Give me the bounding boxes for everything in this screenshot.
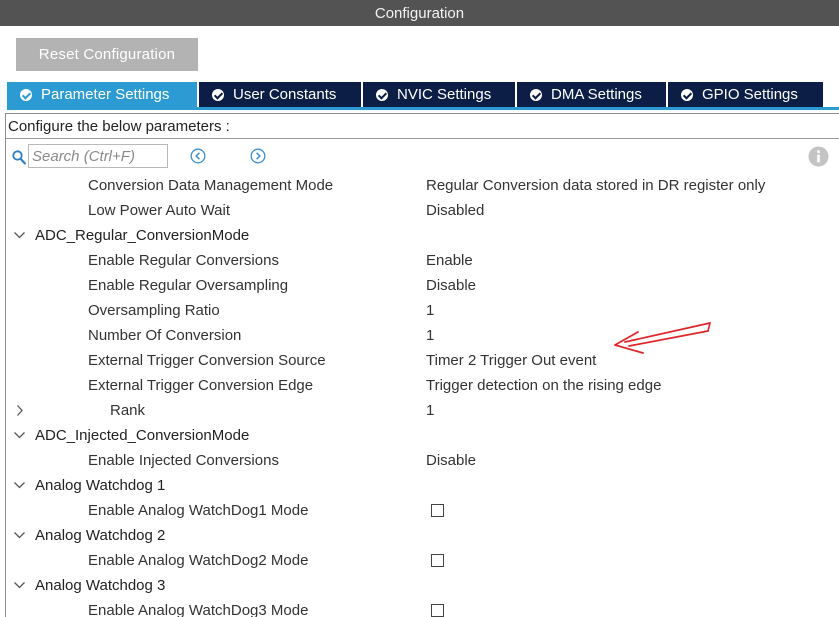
check-circle-icon bbox=[681, 88, 693, 101]
annotation-arrow bbox=[614, 322, 711, 354]
check-circle-icon bbox=[530, 88, 542, 101]
chevron-down-icon[interactable] bbox=[13, 423, 26, 448]
parameter-value[interactable]: Disable bbox=[426, 273, 476, 298]
check-circle-icon bbox=[20, 88, 32, 101]
parameter-label: Enable Injected Conversions bbox=[88, 452, 279, 469]
parameter-label: Enable Analog WatchDog1 Mode bbox=[88, 502, 309, 519]
parameter-value[interactable]: 1 bbox=[426, 298, 434, 323]
panel-header: Configure the below parameters : bbox=[6, 114, 839, 139]
check-circle-icon bbox=[212, 88, 224, 101]
parameter-value[interactable]: 1 bbox=[426, 323, 434, 348]
chevron-down-icon[interactable] bbox=[13, 523, 26, 548]
parameter-label: Enable Regular Oversampling bbox=[88, 277, 289, 294]
tree-group-row[interactable]: Analog Watchdog 2 bbox=[6, 523, 839, 548]
parameter-value[interactable]: Regular Conversion data stored in DR reg… bbox=[426, 173, 765, 198]
parameter-row[interactable]: Enable Regular Oversampling Disable bbox=[6, 273, 839, 298]
parameter-label: Enable Regular Conversions bbox=[88, 252, 279, 269]
tab-parameter-settings[interactable]: Parameter Settings bbox=[7, 82, 197, 107]
group-label: ADC_Injected_ConversionMode bbox=[35, 427, 250, 444]
group-label: Analog Watchdog 1 bbox=[35, 477, 166, 494]
chevron-down-icon[interactable] bbox=[13, 473, 26, 498]
tab-dma-settings[interactable]: DMA Settings bbox=[517, 82, 666, 107]
chevron-right-circle-icon[interactable] bbox=[250, 148, 266, 164]
parameter-label: External Trigger Conversion Source bbox=[88, 352, 326, 369]
parameter-row[interactable]: Enable Regular Conversions Enable bbox=[6, 248, 839, 273]
parameter-label: Number Of Conversion bbox=[88, 327, 242, 344]
parameter-row[interactable]: Enable Analog WatchDog2 Mode bbox=[6, 548, 839, 573]
search-icon bbox=[12, 150, 26, 165]
parameter-label: Enable Analog WatchDog2 Mode bbox=[88, 552, 309, 569]
parameter-label: Oversampling Ratio bbox=[88, 302, 220, 319]
tab-underline bbox=[7, 107, 839, 110]
parameter-checkbox[interactable] bbox=[431, 504, 444, 517]
parameter-checkbox[interactable] bbox=[431, 554, 444, 567]
tab-user-constants[interactable]: User Constants bbox=[199, 82, 361, 107]
parameter-value[interactable]: 1 bbox=[426, 398, 434, 423]
tab-label: GPIO Settings bbox=[702, 86, 798, 103]
tab-label: NVIC Settings bbox=[397, 86, 492, 103]
tab-gpio-settings[interactable]: GPIO Settings bbox=[668, 82, 823, 107]
chevron-left-circle-icon[interactable] bbox=[190, 148, 206, 164]
tab-label: User Constants bbox=[233, 86, 337, 103]
parameter-row[interactable]: Enable Analog WatchDog3 Mode bbox=[6, 598, 839, 617]
tree-group-row[interactable]: ADC_Regular_ConversionMode bbox=[6, 223, 839, 248]
parameter-label: Low Power Auto Wait bbox=[88, 202, 231, 219]
group-label: Analog Watchdog 2 bbox=[35, 527, 166, 544]
parameter-row[interactable]: External Trigger Conversion Edge Trigger … bbox=[6, 373, 839, 398]
parameter-row[interactable]: Enable Injected Conversions Disable bbox=[6, 448, 839, 473]
parameter-row[interactable]: Rank 1 bbox=[6, 398, 839, 423]
group-label: ADC_Regular_ConversionMode bbox=[35, 227, 250, 244]
parameter-row[interactable]: Low Power Auto Wait Disabled bbox=[6, 198, 839, 223]
parameter-value[interactable]: Enable bbox=[426, 248, 473, 273]
reset-configuration-button[interactable]: Reset Configuration bbox=[16, 38, 198, 71]
tab-label: DMA Settings bbox=[551, 86, 642, 103]
parameter-label: Enable Analog WatchDog3 Mode bbox=[88, 602, 309, 617]
parameter-tree: Conversion Data Management Mode Regular C… bbox=[6, 173, 839, 617]
chevron-right-icon[interactable] bbox=[13, 398, 26, 423]
tree-group-row[interactable]: ADC_Injected_ConversionMode bbox=[6, 423, 839, 448]
check-circle-icon bbox=[376, 88, 388, 101]
parameter-value[interactable]: Disabled bbox=[426, 198, 484, 223]
chevron-down-icon[interactable] bbox=[13, 223, 26, 248]
parameter-value[interactable]: Trigger detection on the rising edge bbox=[426, 373, 661, 398]
chevron-down-icon[interactable] bbox=[13, 573, 26, 598]
group-label: Analog Watchdog 3 bbox=[35, 577, 166, 594]
tab-nvic-settings[interactable]: NVIC Settings bbox=[363, 82, 515, 107]
parameter-label: Rank bbox=[110, 402, 146, 419]
tab-label: Parameter Settings bbox=[41, 86, 170, 103]
parameter-value[interactable]: Timer 2 Trigger Out event bbox=[426, 348, 596, 373]
parameter-value[interactable]: Disable bbox=[426, 448, 476, 473]
tree-group-row[interactable]: Analog Watchdog 3 bbox=[6, 573, 839, 598]
info-icon[interactable] bbox=[808, 146, 829, 167]
window-title-bar: Configuration bbox=[0, 0, 839, 26]
search-input[interactable] bbox=[28, 144, 168, 168]
parameter-panel: Configure the below parameters : Convers… bbox=[5, 113, 839, 617]
parameter-row[interactable]: Enable Analog WatchDog1 Mode bbox=[6, 498, 839, 523]
parameter-label: Conversion Data Management Mode bbox=[88, 177, 334, 194]
parameter-label: External Trigger Conversion Edge bbox=[88, 377, 314, 394]
tab-bar: Parameter Settings User Constants NVIC S… bbox=[7, 82, 825, 107]
parameter-row[interactable]: Conversion Data Management Mode Regular C… bbox=[6, 173, 839, 198]
tree-group-row[interactable]: Analog Watchdog 1 bbox=[6, 473, 839, 498]
parameter-checkbox[interactable] bbox=[431, 604, 444, 617]
window-title: Configuration bbox=[374, 5, 465, 22]
